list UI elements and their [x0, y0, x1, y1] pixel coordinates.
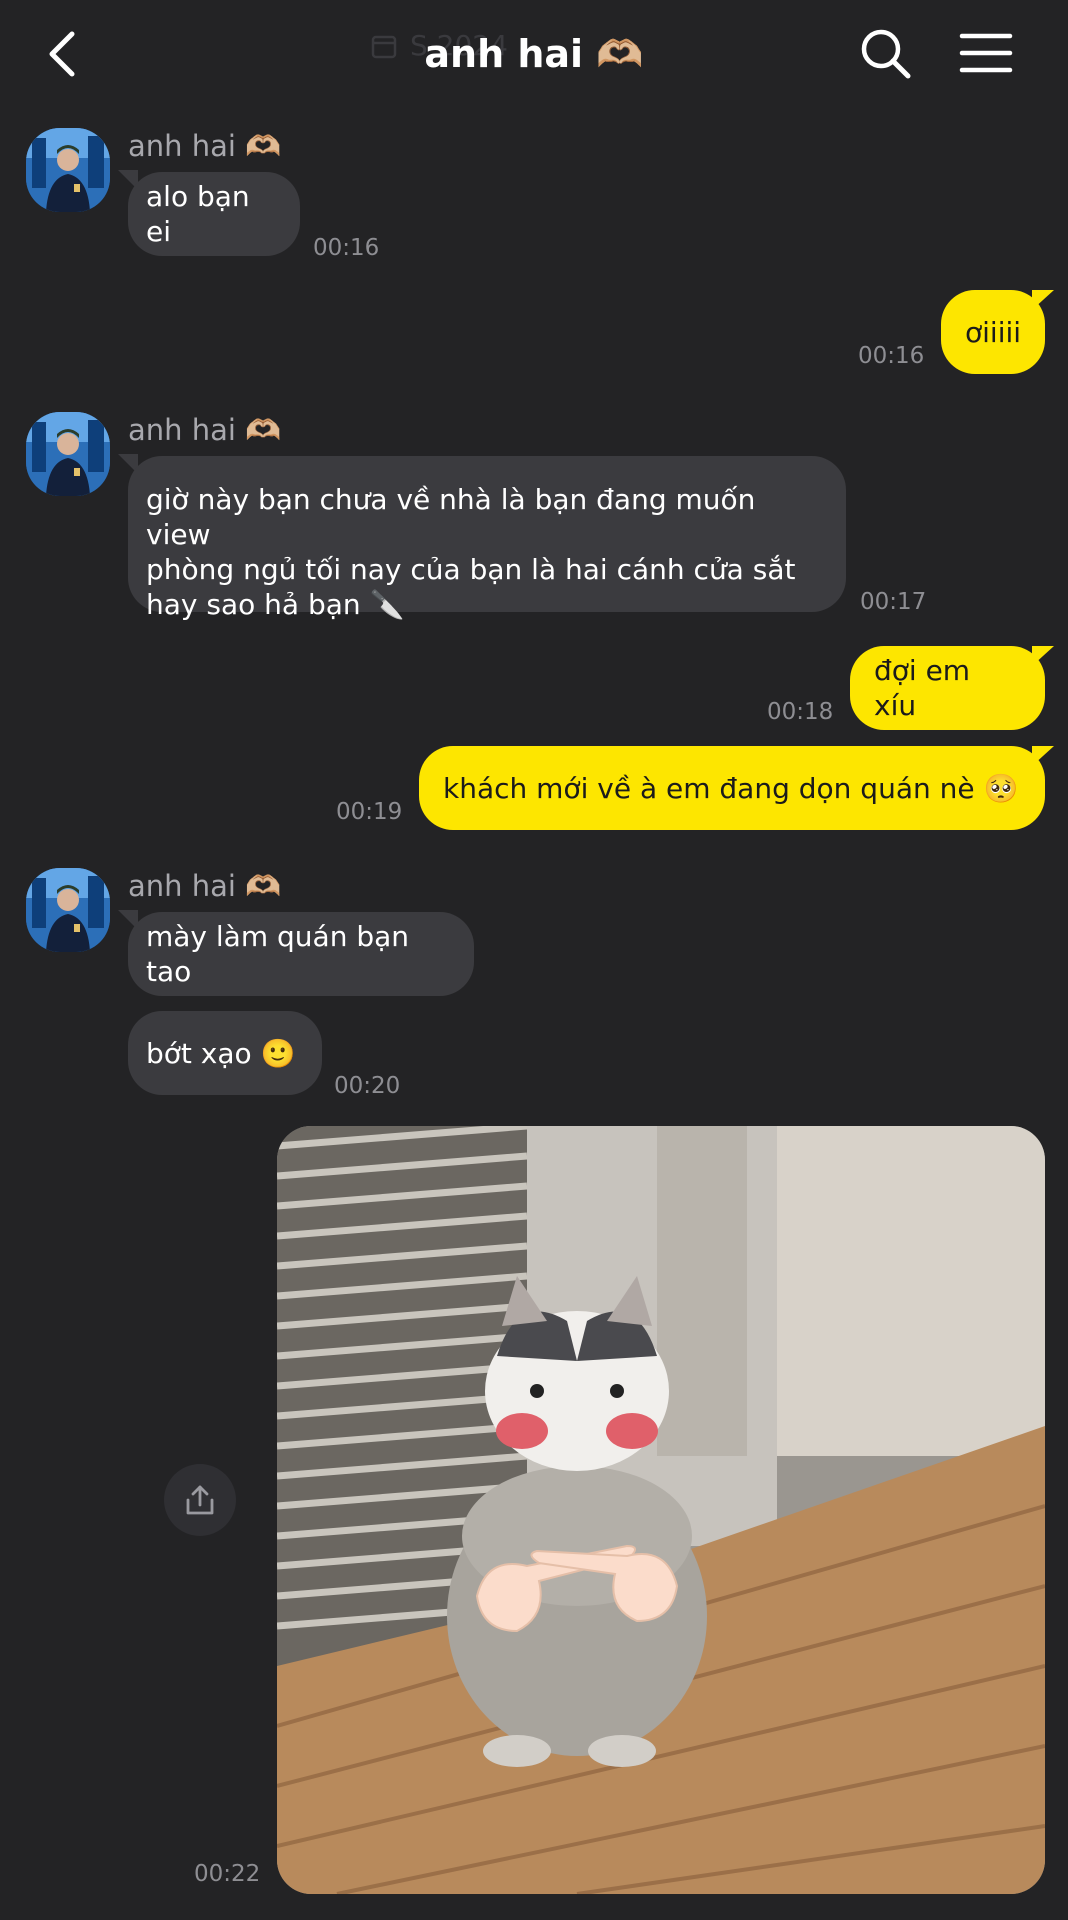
search-icon[interactable] [858, 26, 914, 82]
message-time: 00:17 [860, 589, 927, 615]
message-text-line: hay sao hả bạn 🔪 [146, 588, 405, 621]
message-bubble-outgoing[interactable]: đợi em xíu [850, 646, 1045, 730]
message-time: 00:19 [336, 799, 403, 825]
message-text: ơiiiii [965, 315, 1022, 349]
bubble-tail [1032, 746, 1054, 766]
message-text-line: giờ này bạn chưa về nhà là bạn đang muốn… [146, 483, 756, 551]
message-bubble-incoming[interactable]: mày làm quán bạn tao [128, 912, 474, 996]
avatar[interactable] [26, 128, 110, 212]
message-bubble-outgoing[interactable]: ơiiiii [941, 290, 1045, 374]
chat-header: S 2024 anh hai 🫶🏼 [0, 0, 1068, 110]
cat-photo [277, 1126, 1045, 1894]
message-text: khách mới về à em đang dọn quán nè 🥺 [443, 771, 1019, 805]
message-bubble-outgoing[interactable]: khách mới về à em đang dọn quán nè 🥺 [419, 746, 1045, 830]
sender-name: anh hai 🫶🏼 [128, 413, 282, 447]
share-icon[interactable] [182, 1482, 218, 1518]
menu-button[interactable] [958, 30, 1014, 76]
avatar[interactable] [26, 412, 110, 496]
message-time: 00:16 [313, 235, 380, 261]
message-bubble-incoming[interactable]: giờ này bạn chưa về nhà là bạn đang muốn… [128, 456, 846, 621]
message-bubble-incoming[interactable]: alo bạn ei [128, 172, 300, 256]
bubble-tail [1032, 290, 1054, 310]
hamburger-menu-icon[interactable] [958, 30, 1014, 76]
sender-name: anh hai 🫶🏼 [128, 129, 282, 163]
avatar[interactable] [26, 868, 110, 952]
avatar-image [26, 868, 110, 952]
bubble-tail [1032, 646, 1054, 666]
message-text: bớt xạo 🙂 [146, 1036, 296, 1070]
share-button[interactable] [164, 1464, 236, 1536]
message-text: đợi em xíu [874, 654, 971, 722]
message-time: 00:16 [858, 343, 925, 369]
message-image-cat[interactable] [277, 1126, 1045, 1894]
message-time: 00:22 [194, 1861, 261, 1887]
message-time: 00:20 [334, 1073, 401, 1099]
avatar-image [26, 412, 110, 496]
message-text: alo bạn ei [146, 180, 250, 248]
message-text: mày làm quán bạn tao [146, 920, 410, 988]
search-button[interactable] [858, 26, 914, 82]
sender-name: anh hai 🫶🏼 [128, 869, 282, 903]
message-time: 00:18 [767, 699, 834, 725]
avatar-image [26, 128, 110, 212]
message-bubble-incoming[interactable]: bớt xạo 🙂 [128, 1011, 322, 1095]
message-text-line: phòng ngủ tối nay của bạn là hai cánh cử… [146, 553, 796, 586]
